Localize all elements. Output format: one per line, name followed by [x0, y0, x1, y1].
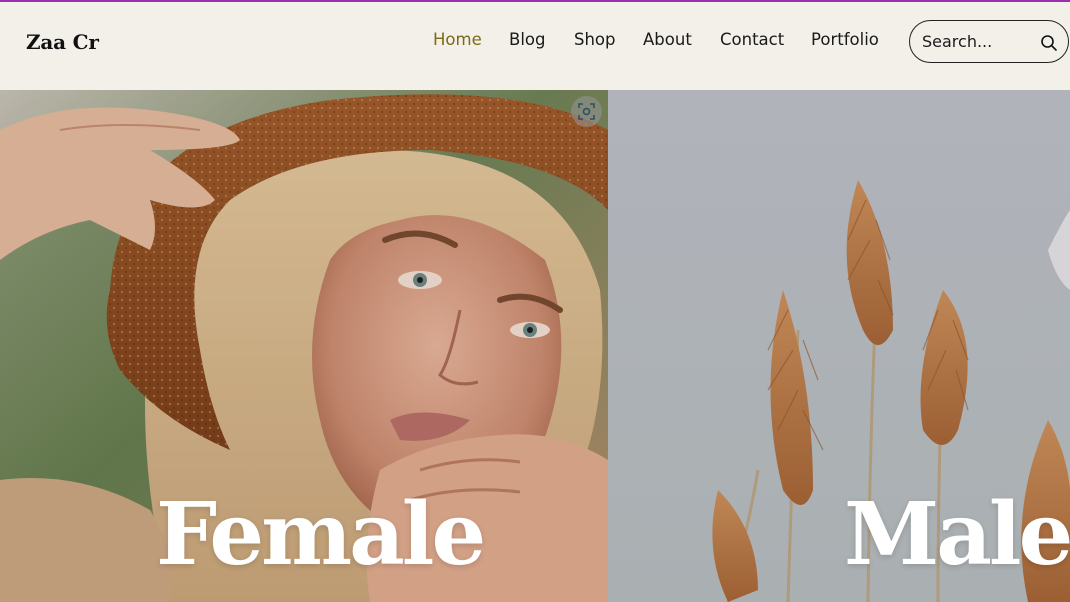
- site-logo[interactable]: Zaa Cr: [26, 30, 99, 54]
- female-category-title[interactable]: Female: [156, 484, 486, 585]
- search-icon[interactable]: [1040, 34, 1058, 52]
- nav-portfolio[interactable]: Portfolio: [811, 30, 879, 49]
- nav-blog[interactable]: Blog: [509, 30, 545, 49]
- nav-home[interactable]: Home: [433, 30, 482, 49]
- image-scan-icon[interactable]: [571, 96, 602, 127]
- nav-shop[interactable]: Shop: [574, 30, 616, 49]
- search-input[interactable]: Search...: [922, 32, 992, 51]
- nav-contact[interactable]: Contact: [720, 30, 784, 49]
- male-panel[interactable]: Male: [608, 90, 1070, 602]
- female-panel[interactable]: Female: [0, 90, 608, 602]
- site-header: Zaa Cr Home Blog Shop About Contact Port…: [0, 2, 1070, 90]
- search-box[interactable]: Search...: [909, 20, 1069, 63]
- male-category-title[interactable]: Male: [844, 484, 1070, 585]
- nav-about[interactable]: About: [643, 30, 692, 49]
